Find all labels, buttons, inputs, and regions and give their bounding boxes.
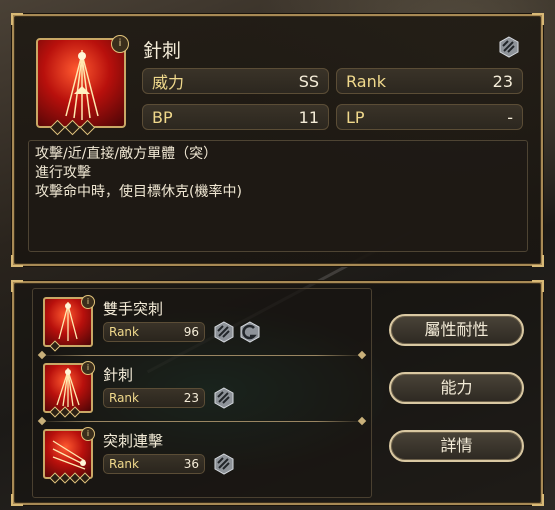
reinforced-type-icon: [240, 321, 260, 343]
list-item-skill[interactable]: ⅰ 雙手突刺 Rank 96: [43, 295, 363, 353]
skill-detail-panel: ⅰ 針刺 威力 SS Rank 23 BP 11 LP - 攻擊/近/直接/敵方…: [11, 13, 544, 267]
skill-name: 突刺連擊: [103, 432, 164, 450]
list-divider: [39, 355, 365, 356]
rank-circle-icon: ⅰ: [81, 295, 95, 309]
skill-rank: Rank 96: [103, 322, 205, 342]
slot-diamond-icon: [79, 119, 96, 136]
attribute-resistance-button[interactable]: 屬性耐性: [389, 314, 524, 346]
skill-name: 雙手突刺: [103, 300, 164, 318]
bp-value: 11: [298, 107, 319, 127]
skill-list-panel: ⅰ 雙手突刺 Rank 96 ⅰ 針刺 Rank 23 ⅰ 突刺連擊 Rank …: [11, 280, 544, 506]
description-line: 攻擊命中時，使目標休克(機率中): [35, 184, 242, 200]
rank-circle-icon: ⅰ: [81, 427, 95, 441]
bp-label: BP: [152, 107, 173, 127]
pierce-type-icon: [214, 321, 234, 343]
slot-diamond-icon: [49, 119, 66, 136]
rank-value: 23: [492, 71, 513, 91]
lp-value: -: [507, 107, 513, 127]
rank-stat: Rank 23: [336, 68, 523, 94]
list-divider: [39, 421, 365, 422]
list-item-skill-selected[interactable]: ⅰ 針刺 Rank 23: [43, 361, 363, 419]
skill-title: 針刺: [143, 40, 182, 62]
abilities-button[interactable]: 能力: [389, 372, 524, 404]
rank-circle-icon: ⅰ: [81, 361, 95, 375]
power-stat: 威力 SS: [142, 68, 329, 94]
lp-stat: LP -: [336, 104, 523, 130]
needle-stab-skill-icon: ⅰ: [36, 35, 129, 136]
pierce-type-icon: [499, 36, 519, 58]
rank-label: Rank: [346, 71, 386, 91]
skill-description: 攻擊/近/直接/敵方單體（突） 進行攻擊 攻擊命中時，使目標休克(機率中): [28, 140, 528, 252]
description-line: 攻擊/近/直接/敵方單體（突）: [35, 146, 218, 162]
details-button[interactable]: 詳情: [389, 430, 524, 462]
skill-name: 針刺: [103, 366, 134, 384]
thrust-combo-skill-icon: ⅰ: [43, 427, 95, 484]
skill-rank: Rank 23: [103, 388, 205, 408]
power-value: SS: [298, 71, 319, 91]
skill-list[interactable]: ⅰ 雙手突刺 Rank 96 ⅰ 針刺 Rank 23 ⅰ 突刺連擊 Rank …: [32, 288, 372, 498]
pierce-type-icon: [214, 453, 234, 475]
pierce-type-icon: [214, 387, 234, 409]
needle-stab-skill-icon: ⅰ: [43, 361, 95, 418]
rank-circle-icon: ⅰ: [111, 35, 129, 53]
slot-diamond-icon: [64, 119, 81, 136]
lp-label: LP: [346, 107, 365, 127]
list-item-skill[interactable]: ⅰ 突刺連擊 Rank 36: [43, 427, 363, 485]
skill-rank: Rank 36: [103, 454, 205, 474]
two-hand-thrust-skill-icon: ⅰ: [43, 295, 95, 352]
power-label: 威力: [152, 73, 185, 92]
bp-stat: BP 11: [142, 104, 329, 130]
description-line: 進行攻擊: [35, 165, 91, 181]
